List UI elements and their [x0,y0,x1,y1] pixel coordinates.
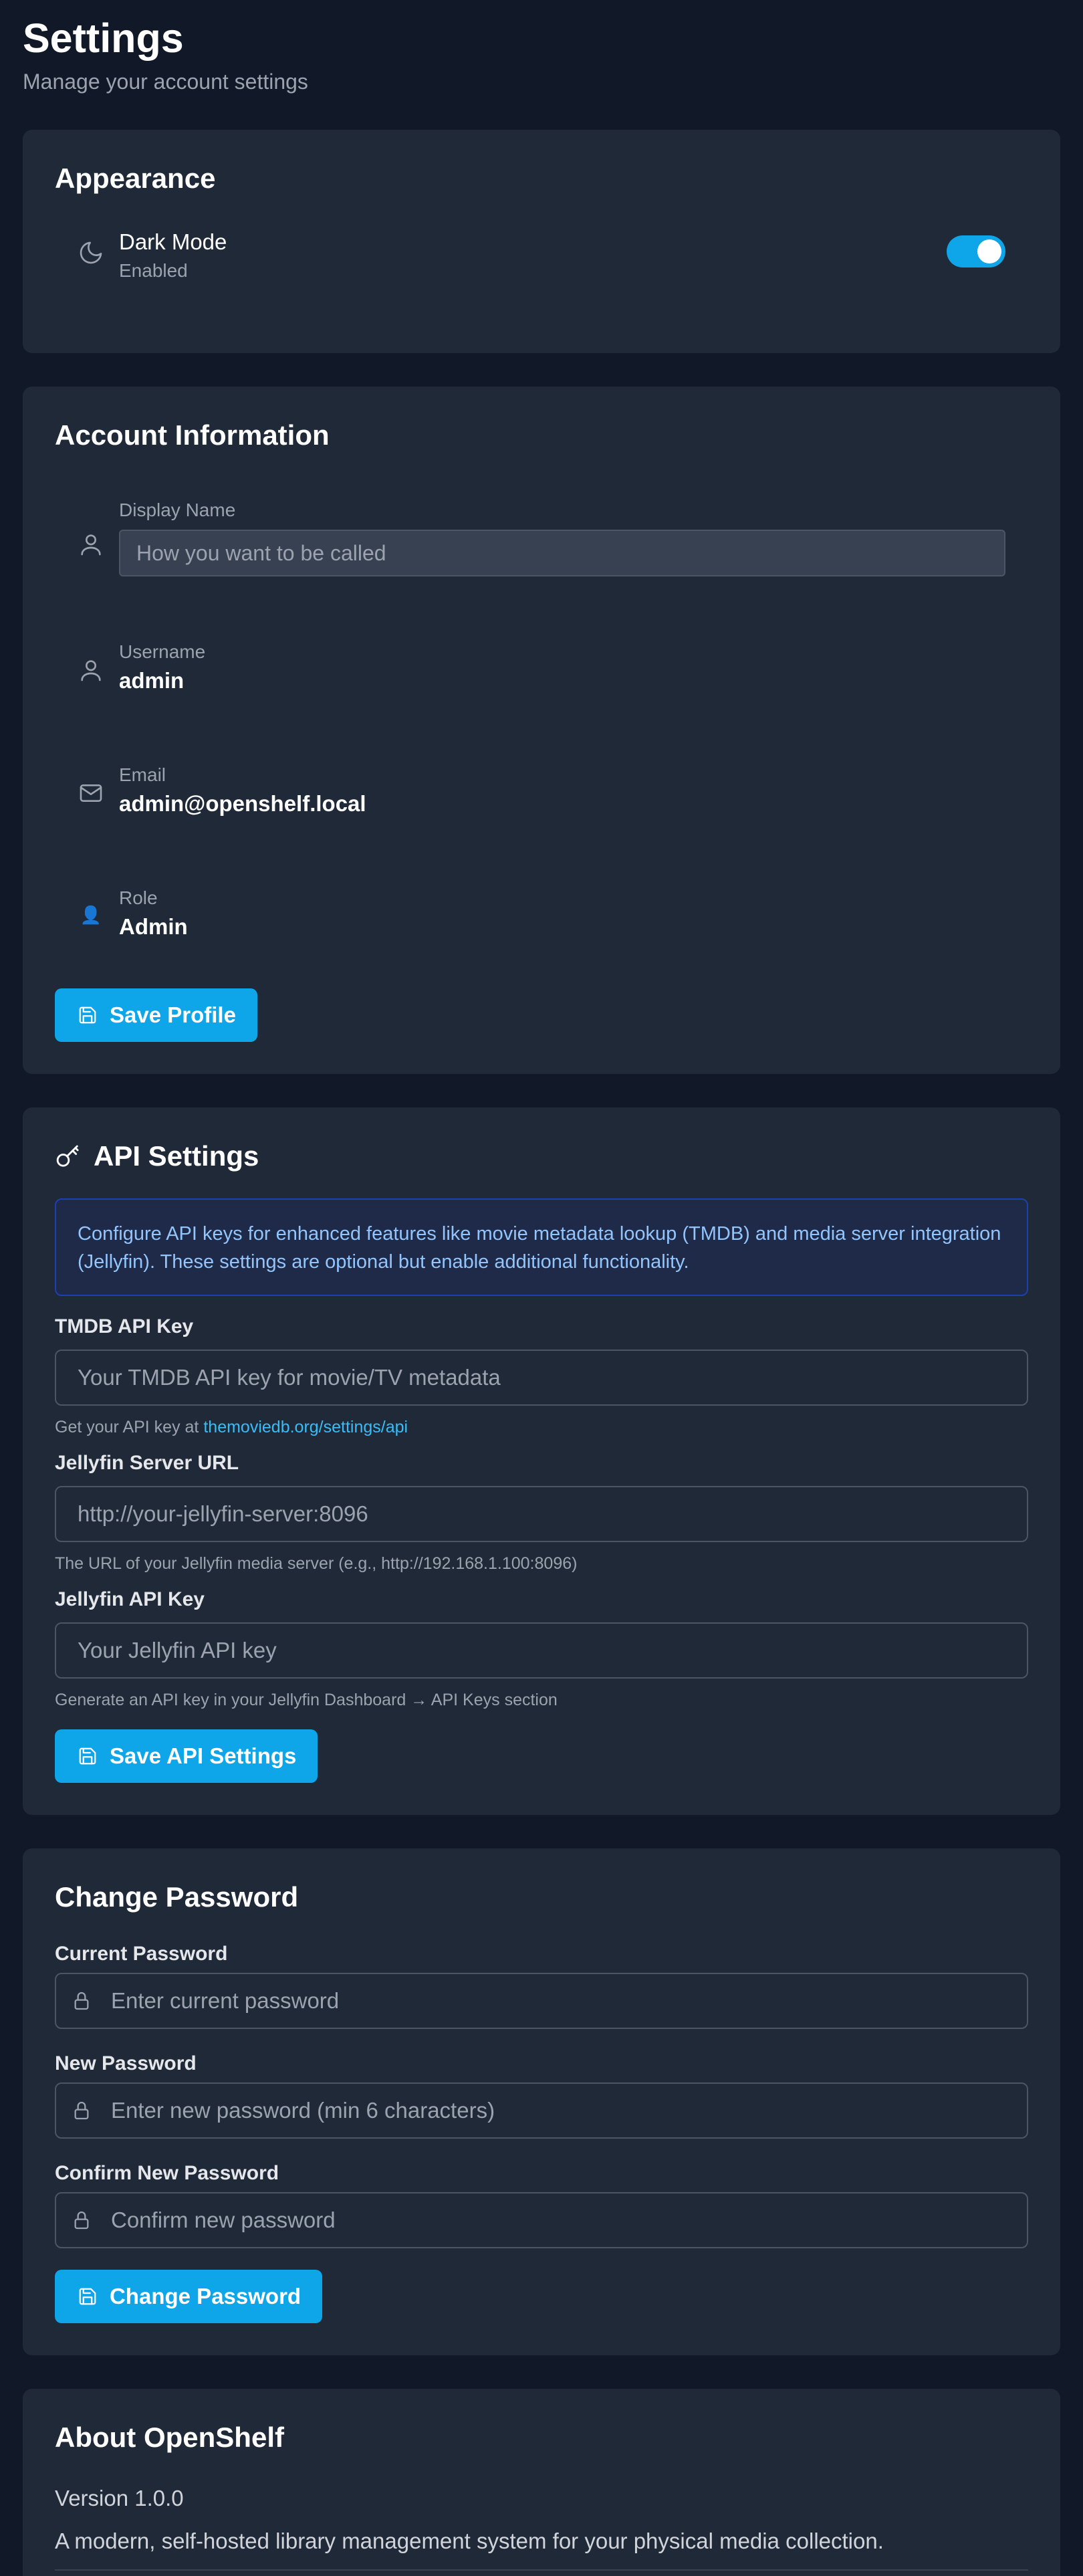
username-row: Username admin [55,641,1028,741]
appearance-title: Appearance [55,163,216,194]
save-icon [78,2286,98,2306]
change-password-label: Change Password [110,2284,302,2309]
key-icon [55,1143,82,1170]
new-password-label: New Password [55,2052,197,2074]
dark-mode-toggle[interactable] [947,235,1005,267]
tmdb-settings-link[interactable]: themoviedb.org/settings/api [203,1418,408,1436]
api-settings-title: API Settings [94,1140,259,1172]
change-password-card: Change Password Current Password New Pas… [23,1848,1060,2355]
jellyfin-key-label: Jellyfin API Key [55,1588,205,1610]
jellyfin-key-help: Generate an API key in your Jellyfin Das… [55,1691,558,1709]
appearance-card: Appearance Dark Mode Enabled [23,130,1060,353]
jellyfin-key-input[interactable] [55,1622,1028,1679]
display-name-row: Display Name [55,499,1028,599]
settings-page: Settings Manage your account settings Ap… [0,0,1083,2576]
save-profile-button[interactable]: Save Profile [55,988,257,1042]
tmdb-key-label: TMDB API Key [55,1315,194,1337]
email-label: Email [119,764,166,785]
current-password-input[interactable] [55,1973,1028,2029]
user-icon [78,657,104,683]
dark-mode-row: Dark Mode Enabled [55,222,1028,296]
email-value: admin@openshelf.local [119,791,366,816]
account-card: Account Information Display Name Usernam… [23,387,1060,1074]
page-title: Settings [23,15,184,61]
username-label: Username [119,641,206,662]
tmdb-key-input[interactable] [55,1350,1028,1406]
confirm-password-field [55,2192,1028,2248]
save-icon [78,1005,98,1025]
dark-mode-status: Enabled [119,260,188,281]
api-info-notice: Configure API keys for enhanced features… [55,1198,1028,1296]
current-password-field [55,1973,1028,2029]
about-card: About OpenShelf Version 1.0.0 A modern, … [23,2389,1060,2576]
jellyfin-url-help: The URL of your Jellyfin media server (e… [55,1554,578,1573]
role-label: Role [119,887,158,908]
save-profile-label: Save Profile [110,1002,236,1027]
change-password-title: Change Password [55,1881,299,1913]
username-value: admin [119,668,185,693]
jellyfin-url-input[interactable] [55,1486,1028,1542]
display-name-input[interactable] [119,530,1005,576]
confirm-password-input[interactable] [55,2192,1028,2248]
user-icon [78,531,104,558]
jellyfin-url-label: Jellyfin Server URL [55,1452,239,1474]
dark-mode-label: Dark Mode [119,229,227,254]
save-api-settings-label: Save API Settings [110,1743,297,1768]
about-divider [55,2569,1028,2571]
version-text: Version 1.0.0 [55,2486,184,2510]
new-password-field [55,2082,1028,2139]
toggle-knob [977,239,1001,263]
moon-icon [78,239,104,266]
display-name-label: Display Name [119,500,236,520]
new-password-input[interactable] [55,2082,1028,2139]
api-settings-header: API Settings [55,1140,1028,1173]
account-title: Account Information [55,419,330,451]
api-settings-card: API Settings Configure API keys for enha… [23,1107,1060,1815]
tmdb-key-help: Get your API key at themoviedb.org/setti… [55,1416,408,1438]
change-password-button[interactable]: Change Password [55,2270,323,2323]
confirm-password-label: Confirm New Password [55,2162,279,2184]
email-row: Email admin@openshelf.local [55,764,1028,864]
role-person-icon: 👤 [80,905,102,925]
save-api-settings-button[interactable]: Save API Settings [55,1729,318,1783]
page-subtitle: Manage your account settings [23,70,308,94]
role-row: 👤 Role Admin [55,887,1028,987]
about-title: About OpenShelf [55,2422,284,2453]
role-value: Admin [119,914,188,939]
current-password-label: Current Password [55,1943,228,1965]
tmdb-help-text: Get your API key at [55,1418,199,1436]
mail-icon [78,780,104,807]
save-icon [78,1746,98,1766]
about-description: A modern, self-hosted library management… [55,2529,884,2553]
